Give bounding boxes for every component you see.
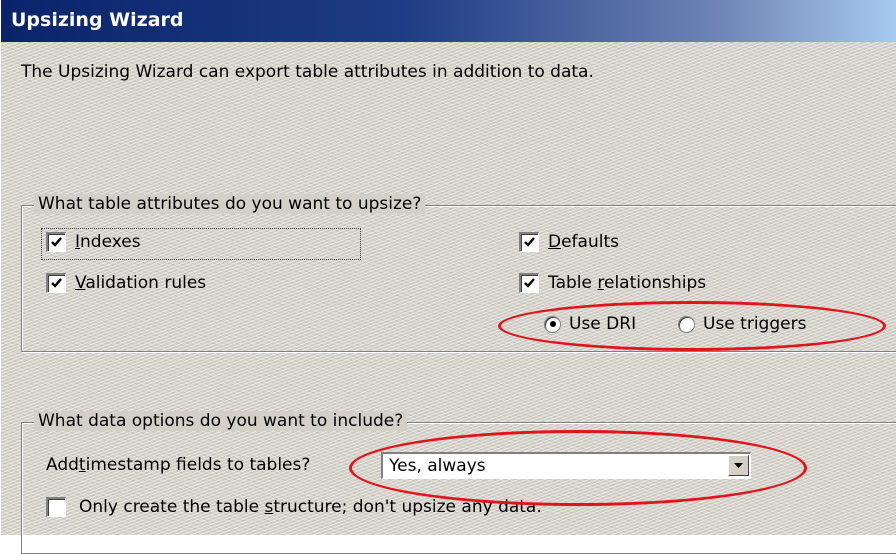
- checkbox-box[interactable]: [519, 232, 539, 252]
- checkmark-icon: [51, 237, 62, 247]
- validation-rules-checkbox[interactable]: Validation rules: [46, 273, 206, 293]
- dropdown-button[interactable]: [728, 455, 749, 476]
- structure-only-label: Only create the table structure; don't u…: [79, 497, 542, 517]
- checkmark-icon: [524, 278, 535, 288]
- table-relationships-label: Table relationships: [548, 273, 707, 293]
- timestamp-combobox[interactable]: Yes, always: [381, 452, 751, 479]
- validation-rules-label: Validation rules: [75, 273, 207, 293]
- radio-circle[interactable]: [678, 315, 695, 333]
- checkbox-box[interactable]: [46, 497, 66, 517]
- intro-text: The Upsizing Wizard can export table att…: [21, 62, 594, 82]
- checkbox-box[interactable]: [46, 232, 66, 252]
- data-options-groupbox: What data options do you want to include…: [21, 411, 896, 554]
- radio-selected-dot: [549, 321, 556, 327]
- use-dri-label: Use DRI: [569, 314, 637, 334]
- checkmark-icon: [524, 237, 535, 247]
- checkbox-box[interactable]: [46, 273, 66, 293]
- timestamp-label: Add t imestamp fields to tables?: [46, 455, 311, 475]
- table-relationships-checkbox[interactable]: Table relationships: [519, 273, 706, 293]
- use-triggers-radio[interactable]: Use triggers: [678, 314, 806, 334]
- window-title: Upsizing Wizard: [11, 9, 184, 31]
- timestamp-combobox-value: Yes, always: [389, 456, 486, 476]
- radio-circle[interactable]: [544, 315, 561, 333]
- use-triggers-label: Use triggers: [703, 314, 807, 334]
- checkbox-box[interactable]: [519, 273, 539, 293]
- use-dri-radio[interactable]: Use DRI: [544, 314, 636, 334]
- indexes-checkbox[interactable]: Indexes: [46, 232, 141, 252]
- title-bar: Upsizing Wizard: [1, 0, 896, 42]
- defaults-checkbox[interactable]: Defaults: [519, 232, 619, 252]
- structure-only-checkbox[interactable]: Only create the table structure; don't u…: [46, 497, 542, 517]
- chevron-down-icon: [734, 462, 743, 468]
- indexes-label: Indexes: [75, 232, 141, 252]
- attributes-legend: What table attributes do you want to ups…: [34, 194, 426, 214]
- data-options-legend: What data options do you want to include…: [34, 411, 408, 431]
- upsizing-wizard-window: Upsizing Wizard The Upsizing Wizard can …: [0, 0, 896, 554]
- checkmark-icon: [51, 278, 62, 288]
- defaults-label: Defaults: [548, 232, 619, 252]
